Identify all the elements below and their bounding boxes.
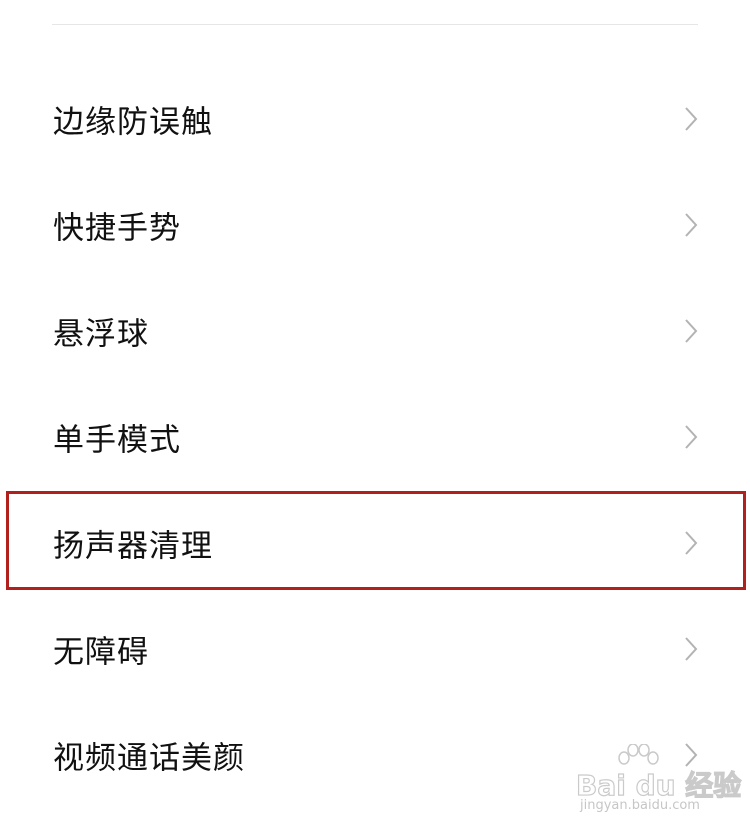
chevron-right-icon [684, 106, 698, 132]
settings-item-edge-touch-protection[interactable]: 边缘防误触 [0, 66, 750, 172]
baidu-jingyan-watermark: Bai du 经验 jingyan.baidu.com [575, 743, 742, 814]
settings-item-accessibility[interactable]: 无障碍 [0, 596, 750, 702]
settings-item-label: 无障碍 [53, 634, 149, 671]
settings-item-label: 快捷手势 [53, 210, 181, 247]
settings-item-label: 边缘防误触 [53, 104, 213, 141]
settings-list: 边缘防误触 快捷手势 悬浮球 单手模式 扬声器清理 无障碍 视频通话美颜 [0, 66, 750, 808]
watermark-url: jingyan.baidu.com [580, 798, 700, 813]
settings-item-label: 单手模式 [53, 422, 181, 459]
chevron-right-icon [684, 212, 698, 238]
settings-item-floating-ball[interactable]: 悬浮球 [0, 278, 750, 384]
settings-item-label: 扬声器清理 [53, 528, 213, 565]
settings-item-label: 悬浮球 [53, 316, 149, 353]
settings-item-one-hand-mode[interactable]: 单手模式 [0, 384, 750, 490]
top-divider [52, 24, 698, 25]
chevron-right-icon [684, 424, 698, 450]
chevron-right-icon [684, 318, 698, 344]
settings-item-quick-gestures[interactable]: 快捷手势 [0, 172, 750, 278]
settings-item-speaker-cleaning[interactable]: 扬声器清理 [0, 490, 750, 596]
chevron-right-icon [684, 636, 698, 662]
settings-item-label: 视频通话美颜 [53, 740, 245, 777]
chevron-right-icon [684, 530, 698, 556]
